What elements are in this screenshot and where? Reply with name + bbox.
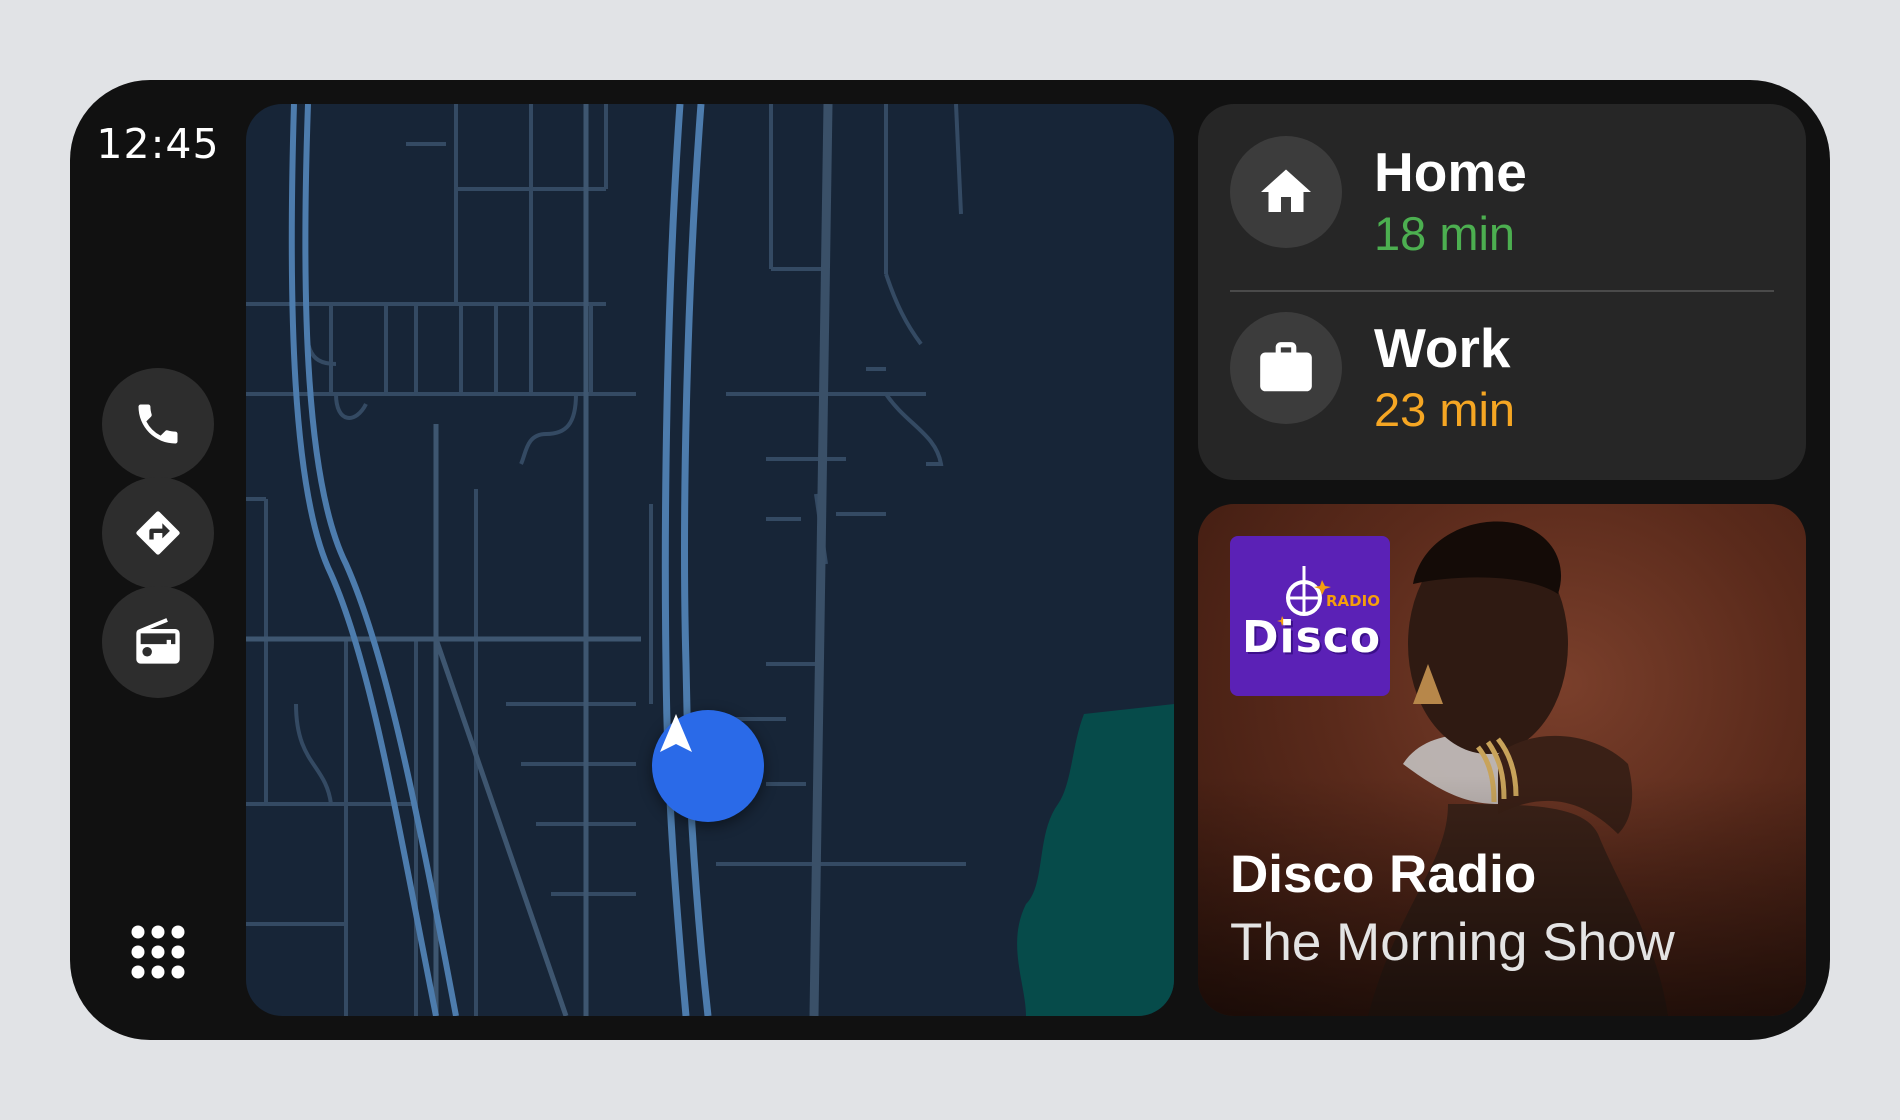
app-grid-icon xyxy=(131,925,185,979)
map-view[interactable] xyxy=(246,104,1174,1016)
station-logo: RADIO Disco xyxy=(1230,536,1390,696)
current-location-puck xyxy=(652,710,764,822)
home-icon-circle xyxy=(1230,136,1342,248)
destinations-card: Home 18 min Work 23 min xyxy=(1198,104,1806,480)
destination-name: Work xyxy=(1374,317,1511,379)
map-canvas xyxy=(246,104,1174,1016)
station-logo-radio: RADIO xyxy=(1326,592,1380,610)
briefcase-icon-circle xyxy=(1230,312,1342,424)
station-logo-disco: Disco xyxy=(1242,612,1382,663)
highway-center xyxy=(661,104,712,1016)
navigation-rail: 12:45 xyxy=(70,80,246,1040)
briefcase-icon xyxy=(1260,342,1312,392)
destination-eta: 18 min xyxy=(1374,207,1516,260)
station-title: Disco Radio xyxy=(1230,845,1537,904)
home-icon xyxy=(1261,169,1311,212)
highway-west xyxy=(288,104,459,1016)
program-subtitle: The Morning Show xyxy=(1230,913,1675,972)
radio-icon xyxy=(136,618,180,664)
destination-work[interactable]: Work 23 min xyxy=(1198,280,1806,456)
directions-icon xyxy=(136,511,180,555)
street-grid xyxy=(246,104,966,1016)
destination-name: Home xyxy=(1374,141,1527,203)
destination-eta: 23 min xyxy=(1374,383,1516,436)
media-button[interactable] xyxy=(102,586,214,698)
app-launcher-button[interactable] xyxy=(116,910,200,994)
car-display: 12:45 Home 18 min Work 23 min RADIO Disc… xyxy=(70,80,1830,1040)
navigation-button[interactable] xyxy=(102,477,214,589)
now-playing-card[interactable]: RADIO Disco Disco Radio The Morning Show xyxy=(1198,504,1806,1016)
phone-button[interactable] xyxy=(102,368,214,480)
status-clock: 12:45 xyxy=(96,120,220,168)
destination-home[interactable]: Home 18 min xyxy=(1198,104,1806,280)
navigation-arrow-icon xyxy=(660,714,692,752)
phone-icon xyxy=(138,404,178,444)
water-area xyxy=(1017,704,1174,1016)
